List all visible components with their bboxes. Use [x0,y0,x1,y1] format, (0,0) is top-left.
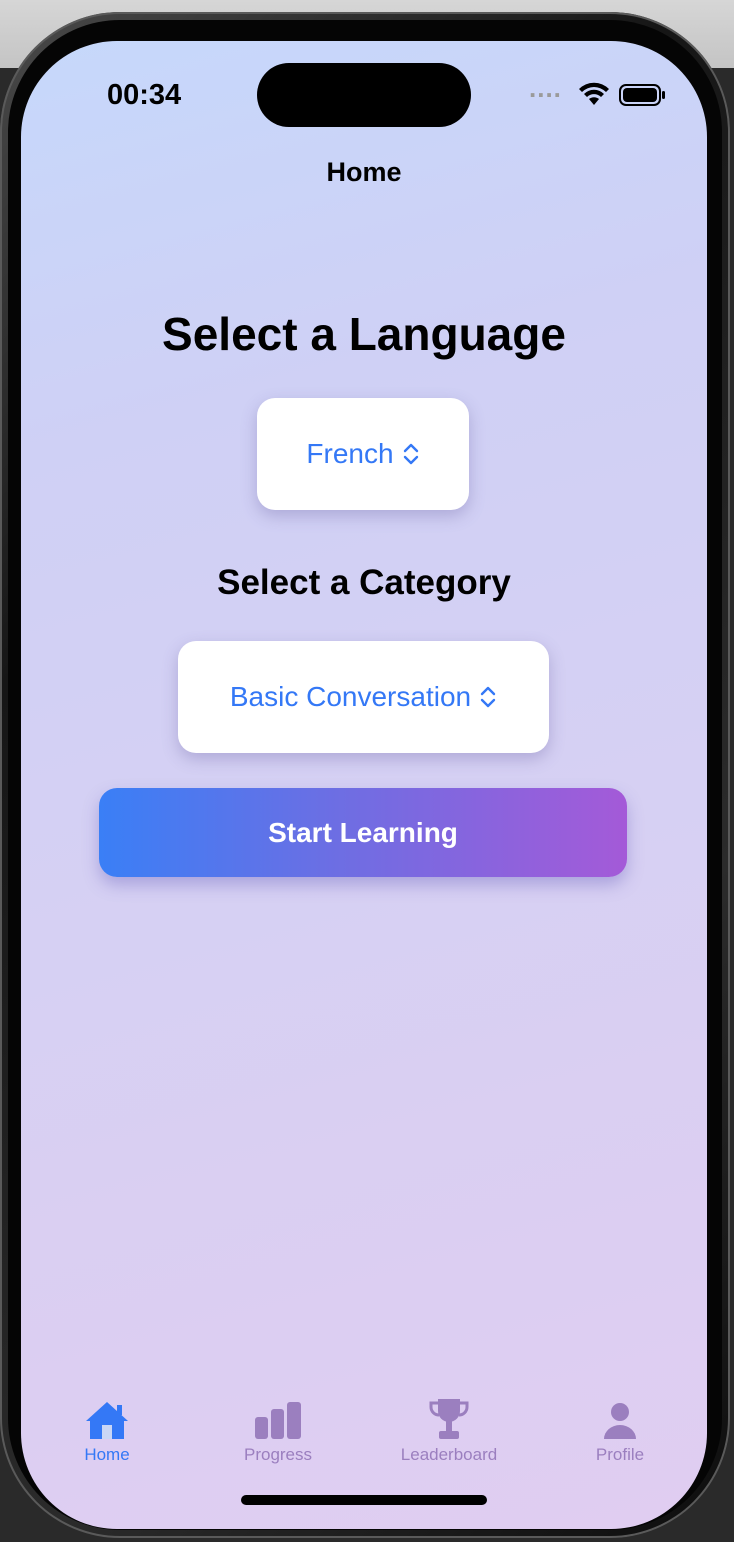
home-indicator[interactable] [241,1495,487,1505]
wifi-icon [579,82,609,105]
tab-profile-label: Profile [595,1445,645,1464]
start-learning-button[interactable]: Start Learning [99,788,627,877]
category-heading: Select a Category [217,563,511,602]
tab-progress[interactable]: Progress [198,1395,358,1465]
tab-leaderboard-label: Leaderboard [400,1445,498,1464]
tab-home[interactable]: Home [27,1395,187,1465]
house-icon [86,1402,128,1439]
language-picker-value: French [306,438,394,469]
status-time: 00:34 [107,79,182,111]
trophy-icon [429,1399,469,1439]
tab-profile[interactable]: Profile [540,1395,700,1465]
person-icon [604,1403,636,1439]
battery-icon [619,84,665,106]
bar-chart-icon [255,1402,301,1439]
language-heading: Select a Language [162,308,566,360]
category-picker-value: Basic Conversation [229,681,472,712]
dynamic-island [257,63,471,127]
tab-leaderboard[interactable]: Leaderboard [369,1395,529,1465]
tab-home-label: Home [84,1445,130,1464]
category-picker[interactable]: Basic Conversation [178,641,549,753]
app-screen: 00:34 .... Home Select a Language French… [21,41,707,1529]
nav-title: Home [326,157,402,187]
chevron-up-down-icon [480,686,496,708]
status-icons: .... [507,73,665,113]
language-picker[interactable]: French [257,398,469,510]
signal-indicator: .... [529,73,562,103]
tab-progress-label: Progress [243,1445,313,1464]
tab-bar: Home Progress Leaderboard Profile [21,1381,707,1481]
chevron-up-down-icon [403,443,418,465]
